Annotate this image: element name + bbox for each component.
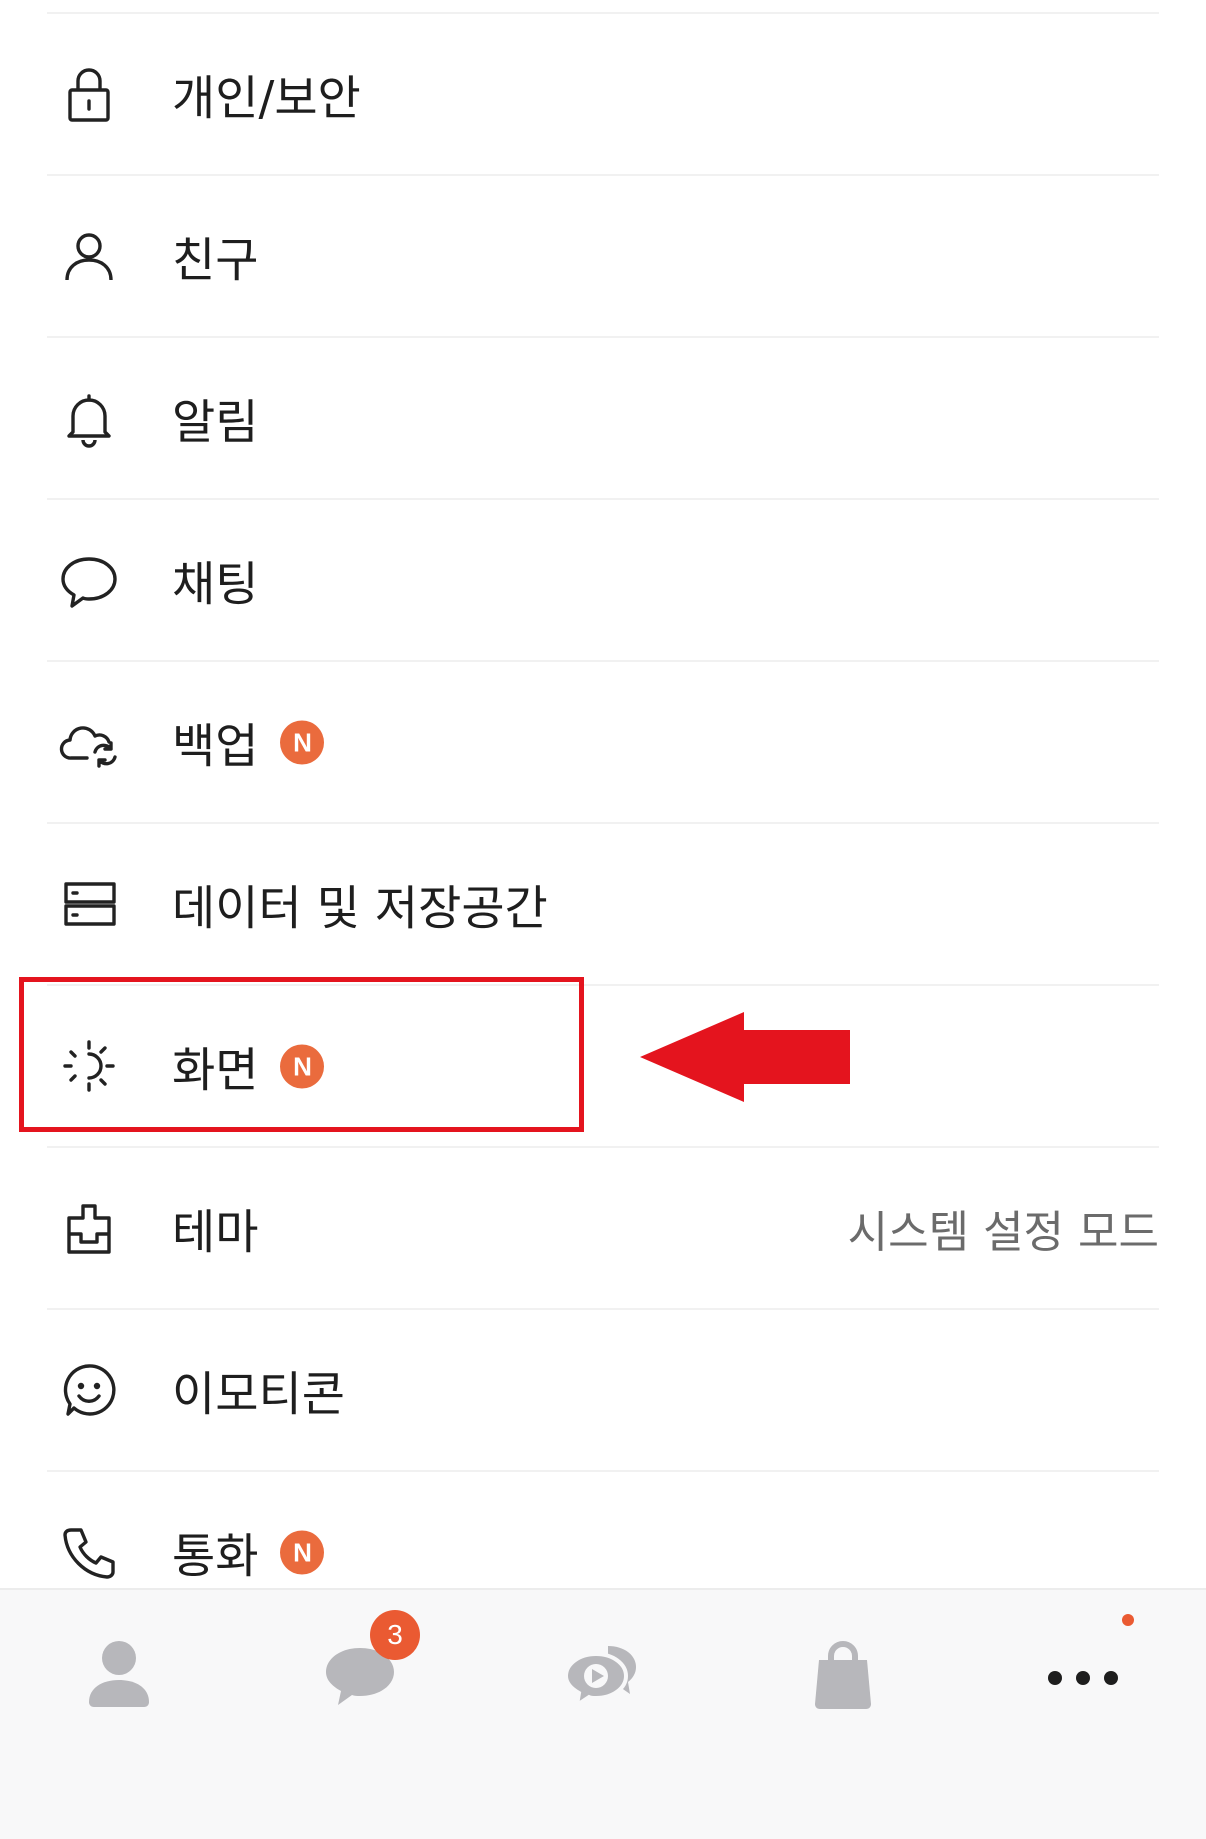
- settings-item-label: 이모티콘: [172, 1367, 345, 1423]
- settings-item-label: 개인/보안: [172, 71, 361, 127]
- theme-value: 시스템 설정 모드: [847, 1207, 1159, 1258]
- lock-icon: [57, 62, 121, 126]
- settings-list: 개인/보안 친구 알림 채팅 백업 N 데이터 및 저장공간 화면 N 테마 시…: [0, 14, 1206, 1632]
- settings-item-label: 데이터 및 저장공간: [172, 881, 548, 937]
- tab-more[interactable]: [1033, 1622, 1133, 1722]
- new-badge: N: [280, 1530, 325, 1574]
- bottom-tab-bar: 3: [0, 1588, 1206, 1839]
- red-arrow-annotation: [640, 1012, 850, 1102]
- person-icon: [57, 224, 121, 288]
- settings-item-privacy[interactable]: 개인/보안: [47, 14, 1159, 176]
- settings-item-notifications[interactable]: 알림: [47, 338, 1159, 500]
- settings-item-theme[interactable]: 테마 시스템 설정 모드: [47, 1148, 1159, 1310]
- settings-item-label: 백업: [172, 719, 259, 775]
- more-dots-icon: [1048, 1671, 1118, 1685]
- new-badge: N: [280, 720, 325, 764]
- settings-item-backup[interactable]: 백업 N: [47, 662, 1159, 824]
- highlight-box: [19, 977, 584, 1132]
- settings-item-label: 알림: [172, 395, 259, 451]
- shopping-bag-icon: [815, 1641, 871, 1709]
- settings-item-friends[interactable]: 친구: [47, 176, 1159, 338]
- tab-friends[interactable]: [69, 1622, 169, 1722]
- person-filled-icon: [89, 1641, 149, 1707]
- unread-chats-badge: 3: [370, 1610, 420, 1660]
- settings-item-chatting[interactable]: 채팅: [47, 500, 1159, 662]
- tab-shopping[interactable]: [793, 1622, 893, 1722]
- chat-bubble-icon: [57, 548, 121, 612]
- settings-item-label: 채팅: [172, 557, 259, 613]
- settings-item-storage[interactable]: 데이터 및 저장공간: [47, 824, 1159, 986]
- bell-icon: [57, 386, 121, 450]
- cloud-sync-icon: [57, 710, 121, 774]
- settings-item-label: 테마: [172, 1205, 259, 1261]
- settings-item-label: 통화: [172, 1529, 259, 1585]
- tab-openchat[interactable]: [552, 1622, 652, 1722]
- smiley-icon: [57, 1358, 121, 1422]
- notification-dot: [1122, 1614, 1134, 1626]
- brush-icon: [57, 1196, 121, 1260]
- phone-icon: [57, 1520, 121, 1584]
- settings-item-label: 친구: [172, 233, 259, 289]
- openchat-play-icon: [563, 1646, 636, 1710]
- storage-icon: [57, 872, 121, 936]
- settings-item-emoticons[interactable]: 이모티콘: [47, 1310, 1159, 1472]
